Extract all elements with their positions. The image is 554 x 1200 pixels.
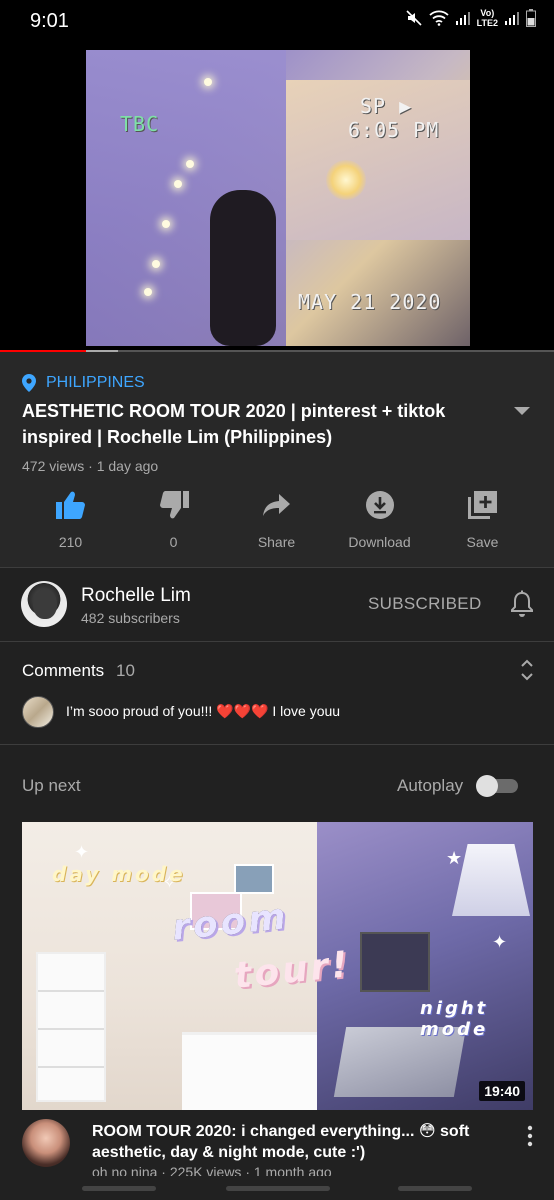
up-next-label: Up next — [22, 776, 81, 795]
video-duration: 19:40 — [479, 1081, 525, 1101]
nav-hint — [398, 1186, 472, 1191]
next-video-thumbnail[interactable]: ✦ ✧ ★ ✦ day mode room tour! night mode 1… — [22, 822, 533, 1110]
lte-line-1: Vo) — [480, 8, 495, 18]
video-frame: TBC SP ▶ 6:05 PM MAY 21 2020 — [86, 50, 470, 346]
battery-icon — [526, 9, 536, 27]
channel-name[interactable]: Rochelle Lim — [81, 585, 191, 607]
thumb-text-day: day mode — [52, 862, 186, 886]
guitar-case — [210, 190, 276, 346]
channel-row[interactable]: Rochelle Lim 482 subscribers SUBSCRIBED — [0, 568, 554, 641]
channel-avatar[interactable] — [21, 581, 67, 627]
thumb-text-night: night mode — [420, 998, 489, 1040]
nav-hint — [226, 1186, 330, 1191]
like-count: 210 — [58, 534, 83, 550]
status-time: 9:01 — [30, 10, 69, 32]
download-label: Download — [348, 534, 411, 550]
overlay-time: 6:05 PM — [348, 118, 440, 142]
autoplay-toggle[interactable] — [476, 775, 518, 797]
status-bar: 9:01 Vo) LTE2 — [0, 0, 554, 44]
video-meta: 472 views · 1 day ago — [22, 458, 159, 474]
dislike-count: 0 — [169, 534, 178, 550]
location-pin-icon — [22, 374, 36, 392]
share-button[interactable]: Share — [225, 490, 328, 560]
share-label: Share — [257, 534, 296, 550]
mute-icon — [406, 10, 422, 26]
status-icons: Vo) LTE2 — [405, 8, 536, 28]
video-title[interactable]: AESTHETIC ROOM TOUR 2020 | pinterest + t… — [22, 398, 482, 450]
nav-hint — [82, 1186, 156, 1191]
monitor — [360, 932, 430, 992]
lte-indicator: Vo) LTE2 — [477, 8, 498, 28]
subscriber-count: 482 subscribers — [81, 610, 180, 626]
save-label: Save — [466, 534, 499, 550]
comments-section[interactable]: Comments 10 I’m sooo proud of you!!! ❤️❤… — [0, 642, 554, 744]
next-video-meta: oh no nina · 225K views · 1 month ago — [92, 1164, 332, 1176]
top-comment-text: I’m sooo proud of you!!! ❤️❤️❤️ I love y… — [66, 703, 341, 719]
dresser — [182, 1032, 317, 1110]
like-button[interactable]: 210 — [19, 490, 122, 560]
video-player[interactable]: TBC SP ▶ 6:05 PM MAY 21 2020 — [0, 44, 554, 353]
video-info: PHILIPPINES AESTHETIC ROOM TOUR 2020 | p… — [0, 352, 554, 567]
thumbs-down-icon — [159, 491, 189, 519]
signal-icon — [505, 12, 519, 25]
lte-line-2: LTE2 — [476, 18, 498, 28]
shelf — [36, 952, 106, 1102]
comments-heading: Comments — [22, 661, 105, 680]
location-label: PHILIPPINES — [46, 374, 145, 391]
share-icon — [262, 494, 290, 516]
comment-avatar — [22, 696, 54, 728]
location-link[interactable]: PHILIPPINES — [22, 374, 145, 392]
more-options-icon[interactable] — [526, 1125, 534, 1147]
signal-icon — [455, 12, 470, 25]
up-next-section: Up next Autoplay ✦ ✧ ★ ✦ day mode room t… — [0, 745, 554, 1200]
next-channel-avatar[interactable] — [22, 1119, 70, 1167]
save-playlist-icon — [467, 491, 497, 519]
comments-count: 10 — [116, 661, 135, 680]
expand-collapse-icon[interactable] — [520, 658, 534, 682]
next-video-title[interactable]: ROOM TOUR 2020: i changed everything... … — [92, 1121, 484, 1163]
overlay-sp: SP ▶ — [360, 94, 413, 118]
overlay-tbc: TBC — [120, 112, 160, 136]
overlay-date: MAY 21 2020 — [298, 290, 442, 314]
wifi-icon — [429, 10, 449, 26]
action-bar: 210 0 Share Download Save — [0, 490, 554, 560]
autoplay-label: Autoplay — [397, 776, 464, 795]
expand-description-icon[interactable] — [512, 404, 532, 418]
save-button[interactable]: Save — [431, 490, 534, 560]
download-button[interactable]: Download — [328, 490, 431, 560]
subscribed-button[interactable]: SUBSCRIBED — [368, 594, 482, 614]
dislike-button[interactable]: 0 — [122, 490, 225, 560]
download-icon — [365, 491, 394, 519]
notification-bell-icon[interactable] — [510, 590, 534, 618]
thumbs-up-icon — [55, 491, 85, 519]
